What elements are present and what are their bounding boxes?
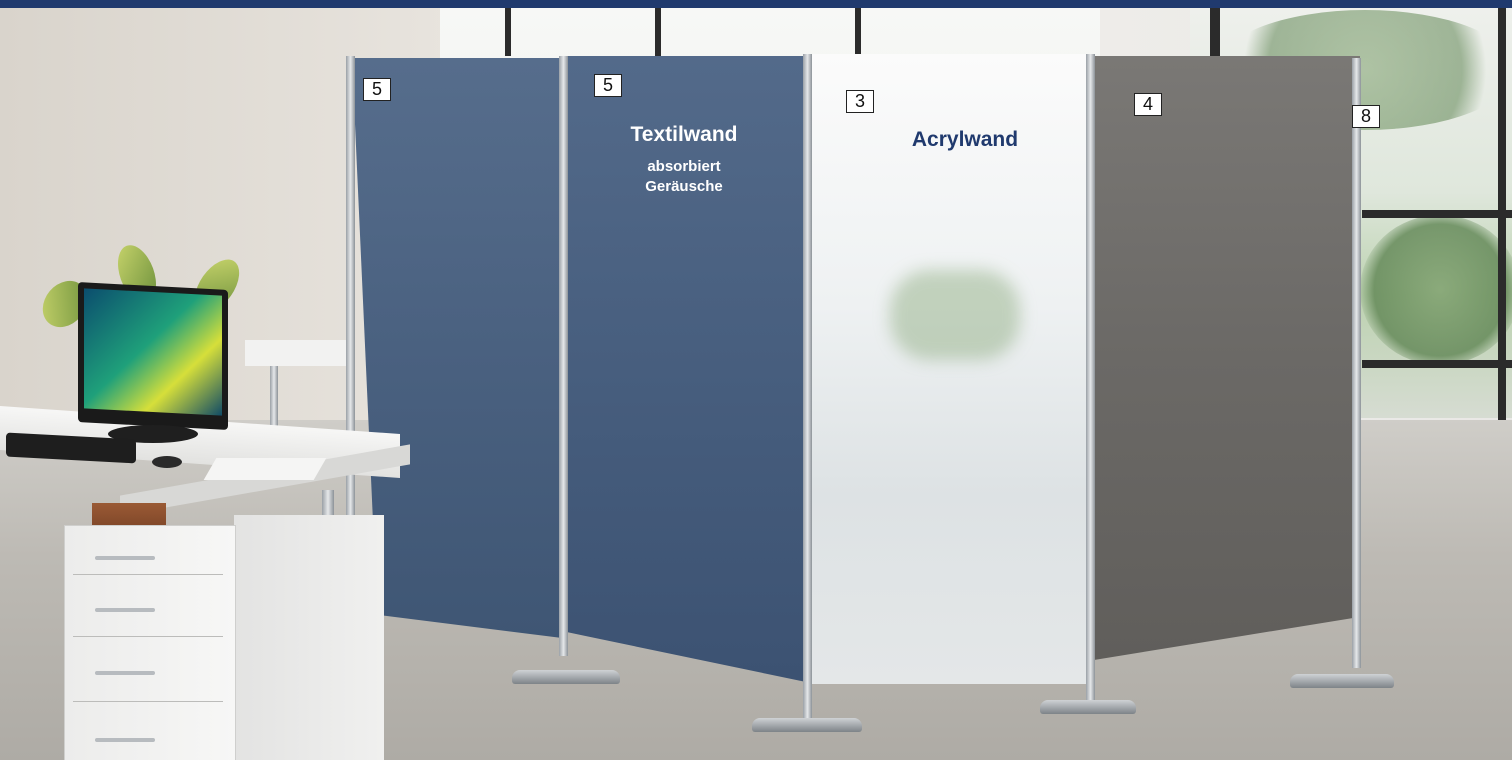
monitor-screen [84,288,222,416]
panel-foot [1040,700,1136,714]
marker-label: 5 [363,78,391,101]
panel-foot [1290,674,1394,688]
mouse [152,456,182,468]
marker-label: 5 [594,74,622,97]
textilwand-description: absorbiert Geräusche [596,157,772,197]
marker-label: 8 [1352,105,1380,128]
notepad [203,458,327,480]
header-bar [0,0,1512,8]
drawer-handle [95,671,155,675]
drawer-cabinet [64,525,236,760]
panel-post [803,54,812,730]
drawer-handle [95,738,155,742]
panel-post [559,56,568,656]
plant-reflection [890,270,1020,360]
office-scene: 5 5 3 4 8 Textilwand absorbiert Geräusch… [0,0,1512,760]
textilwand-line-1: absorbiert [647,158,721,175]
marker-label: 4 [1134,93,1162,116]
window-frame [655,8,661,56]
panel-post [1086,54,1095,714]
drawer-line [73,636,223,637]
back-desk [245,340,355,366]
textile-panel-right [566,56,806,682]
tree-foliage-lower [1360,215,1512,365]
drawer-line [73,574,223,575]
cabinet-side [234,515,384,760]
grey-textile-panel [1094,56,1360,660]
panel-post [1352,58,1361,668]
panel-foot [752,718,862,732]
window-frame [1362,360,1512,368]
monitor [78,282,228,430]
textilwand-title: Textilwand [630,123,738,146]
window-frame [1498,8,1506,420]
window-frame [855,8,861,56]
drawer-handle [95,556,155,560]
panel-foot [512,670,620,684]
textilwand-line-2: Geräusche [645,178,723,195]
window-frame [505,8,511,56]
window-frame [1362,210,1512,218]
drawer-handle [95,608,155,612]
marker-label: 3 [846,90,874,113]
drawer-line [73,701,223,702]
acrylwand-title: Acrylwand [911,128,1019,151]
